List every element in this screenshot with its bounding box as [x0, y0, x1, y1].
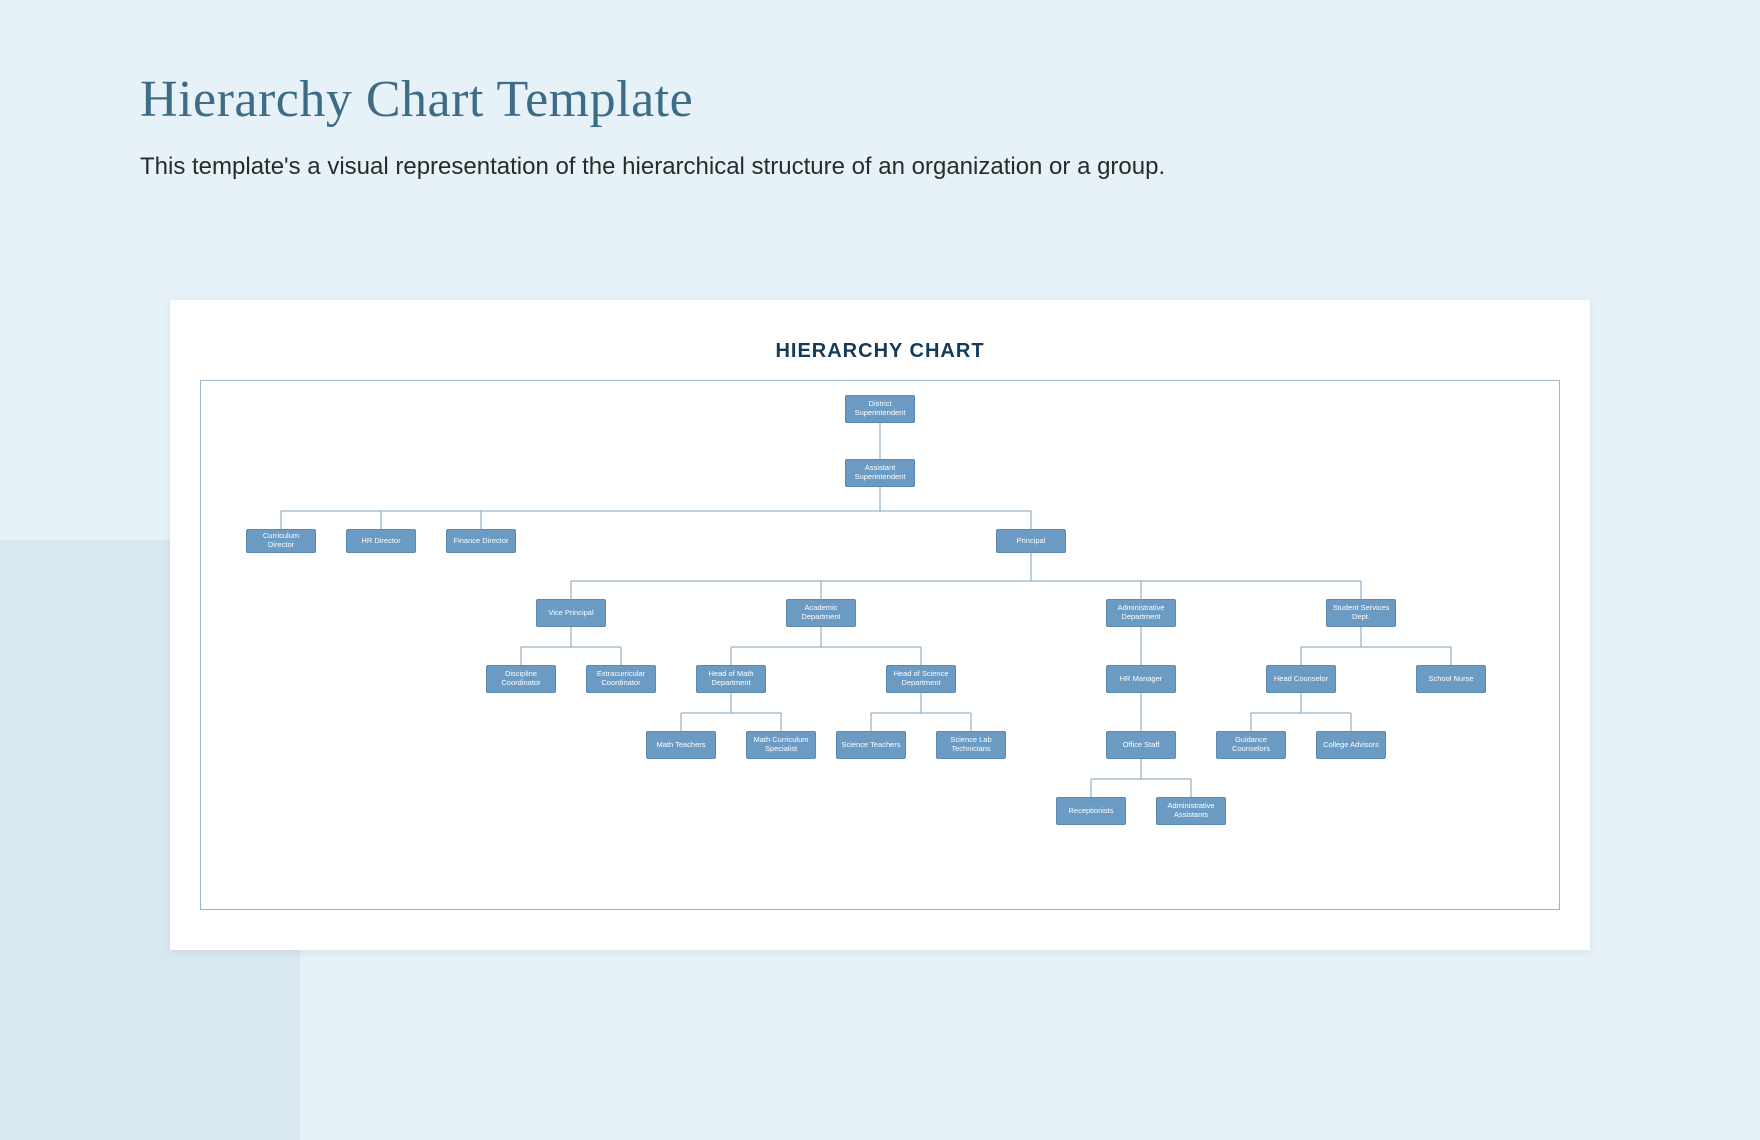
node-school-nurse: School Nurse	[1416, 665, 1486, 693]
node-discipline-coordinator: Discipline Coordinator	[486, 665, 556, 693]
page: Hierarchy Chart Template This template's…	[0, 0, 1760, 1140]
node-office-staff: Office Staff	[1106, 731, 1176, 759]
page-title: Hierarchy Chart Template	[140, 70, 1700, 129]
node-math-teachers: Math Teachers	[646, 731, 716, 759]
chart-area: District Superintendent Assistant Superi…	[200, 380, 1560, 910]
header: Hierarchy Chart Template This template's…	[140, 70, 1700, 181]
node-head-of-math-department: Head of Math Department	[696, 665, 766, 693]
node-head-counselor: Head Counselor	[1266, 665, 1336, 693]
node-administrative-department: Administrative Department	[1106, 599, 1176, 627]
node-district-superintendent: District Superintendent	[845, 395, 915, 423]
node-hr-director: HR Director	[346, 529, 416, 553]
node-academic-department: Academic Department	[786, 599, 856, 627]
node-science-teachers: Science Teachers	[836, 731, 906, 759]
chart-card: HIERARCHY CHART	[170, 300, 1590, 950]
node-curriculum-director: Curriculum Director	[246, 529, 316, 553]
node-student-services-dept: Student Services Dept.	[1326, 599, 1396, 627]
node-head-of-science-department: Head of Science Department	[886, 665, 956, 693]
chart-heading: HIERARCHY CHART	[170, 340, 1590, 363]
node-science-lab-technicians: Science Lab Technicians	[936, 731, 1006, 759]
node-principal: Principal	[996, 529, 1066, 553]
node-math-curriculum-specialist: Math Curriculum Specialist	[746, 731, 816, 759]
node-finance-director: Finance Director	[446, 529, 516, 553]
page-subtitle: This template's a visual representation …	[140, 153, 1700, 181]
node-administrative-assistants: Administrative Assistants	[1156, 797, 1226, 825]
node-guidance-counselors: Guidance Counselors	[1216, 731, 1286, 759]
node-assistant-superintendent: Assistant Superintendent	[845, 459, 915, 487]
node-hr-manager: HR Manager	[1106, 665, 1176, 693]
node-vice-principal: Vice Principal	[536, 599, 606, 627]
node-college-advisors: College Advisors	[1316, 731, 1386, 759]
node-extracurricular-coordinator: Extracurricular Coordinator	[586, 665, 656, 693]
node-receptionists: Receptionists	[1056, 797, 1126, 825]
